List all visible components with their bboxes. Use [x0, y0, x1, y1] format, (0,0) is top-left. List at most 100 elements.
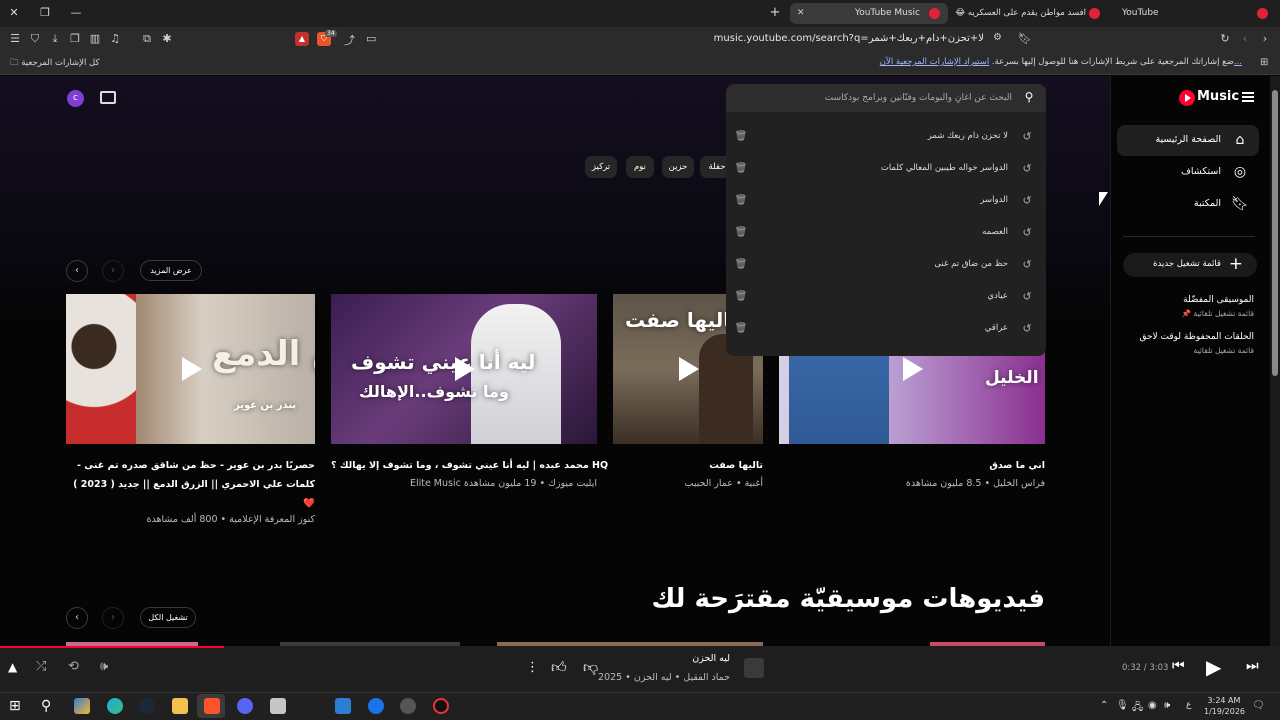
tab-youtube-music[interactable]: ✕ YouTube Music: [790, 3, 948, 24]
back-icon[interactable]: ›: [1258, 32, 1272, 46]
playlist-liked-music[interactable]: الموسيقى المفضّلة 📌 قائمة تشغيل تلقائية: [1182, 295, 1254, 318]
sidebar-item-explore[interactable]: استكشاف ◎: [1117, 157, 1259, 188]
app-icon[interactable]: [335, 698, 351, 714]
avatar[interactable]: c: [67, 90, 84, 107]
expand-player-icon[interactable]: ▲: [8, 660, 17, 674]
previous-track-icon[interactable]: ⏮︎: [1172, 658, 1185, 674]
play-icon[interactable]: [455, 357, 475, 381]
file-explorer-icon[interactable]: [172, 698, 188, 714]
delete-icon[interactable]: 🗑︎: [734, 162, 748, 176]
shuffle-icon[interactable]: ⤮: [36, 659, 46, 674]
search-icon[interactable]: ⚲: [1022, 90, 1036, 104]
video-title[interactable]: اني ما صدق: [779, 456, 1045, 475]
search-icon[interactable]: ⚲: [41, 698, 57, 714]
delete-icon[interactable]: 🗑︎: [734, 258, 748, 272]
play-icon[interactable]: [181, 357, 202, 381]
app-icon[interactable]: [368, 698, 384, 714]
search-suggestion[interactable]: 🗑︎ عراقي ↺: [726, 313, 1046, 345]
search-suggestion[interactable]: 🗑︎ عيادي ↺: [726, 281, 1046, 313]
apps-grid-icon[interactable]: ⊞: [1260, 57, 1268, 68]
speaker-icon[interactable]: 🕪︎: [1164, 700, 1170, 711]
play-pause-icon[interactable]: ▶: [1206, 655, 1221, 679]
download-icon[interactable]: ⤓: [48, 32, 62, 46]
reload-icon[interactable]: ↻: [1218, 32, 1232, 46]
tabs-icon[interactable]: ❐: [68, 32, 82, 46]
tray-chevron-icon[interactable]: ⌃: [1100, 700, 1108, 711]
search-suggestion[interactable]: 🗑︎ الدواسر خواله طيبين المعالي كلمات ↺: [726, 153, 1046, 185]
tab-youtube[interactable]: YouTube: [1116, 3, 1276, 24]
playlist-saved-episodes[interactable]: الحلقات المحفوظة لوقت لاحق قائمة تشغيل ت…: [1139, 332, 1254, 355]
extensions-icon[interactable]: ✱: [160, 32, 174, 46]
carousel-next-button[interactable]: ›: [102, 607, 124, 629]
volume-icon[interactable]: 🕪︎: [100, 659, 108, 674]
carousel-prev-button[interactable]: ‹: [66, 607, 88, 629]
delete-icon[interactable]: 🗑︎: [734, 194, 748, 208]
forward-icon[interactable]: ‹: [1238, 32, 1252, 46]
playback-progress-bar[interactable]: [0, 646, 224, 648]
show-more-button[interactable]: عرض المزيد: [140, 260, 202, 281]
song-title[interactable]: تاليها صفت: [613, 456, 763, 475]
video-thumbnail[interactable]: ق الدمع بندر بن عوير: [66, 294, 315, 444]
delete-icon[interactable]: 🗑︎: [734, 322, 748, 336]
language-indicator[interactable]: ع: [1186, 700, 1191, 710]
mood-chip[interactable]: نوم: [626, 156, 654, 178]
brave-icon[interactable]: [204, 698, 220, 714]
delete-icon[interactable]: 🗑︎: [734, 290, 748, 304]
site-settings-icon[interactable]: ⚙: [993, 32, 1002, 43]
search-suggestion[interactable]: 🗑︎ حظ من ضاق تم غنى ↺: [726, 249, 1046, 281]
carousel-next-button[interactable]: ›: [102, 260, 124, 282]
sidebar-item-home[interactable]: الصفحة الرئيسية ⌂: [1117, 125, 1259, 156]
minimize-window-icon[interactable]: —: [68, 5, 84, 21]
new-playlist-button[interactable]: قائمة تشغيل جديدة +: [1123, 253, 1257, 277]
hamburger-icon[interactable]: [1242, 92, 1254, 102]
install-app-icon[interactable]: ▭: [366, 32, 376, 45]
copilot-icon[interactable]: [74, 698, 90, 714]
address-bar[interactable]: ▲ ⛉ 34 ⤴ ▭ music.youtube.com/search?q=لا…: [290, 30, 1040, 49]
cast-icon[interactable]: [100, 91, 116, 104]
sidebar-icon[interactable]: ▥: [88, 32, 102, 46]
play-icon[interactable]: [903, 357, 923, 381]
close-window-icon[interactable]: ✕: [6, 5, 22, 21]
tab-video[interactable]: 😂 افسد مواطن يقدم على العسكريه: [955, 3, 1108, 24]
sidebar-item-library[interactable]: المكتبة 🔖︎: [1117, 189, 1259, 220]
network-icon[interactable]: 🖧︎: [1132, 700, 1143, 717]
discord-icon[interactable]: [237, 698, 253, 714]
app-icon[interactable]: [433, 698, 449, 714]
repeat-icon[interactable]: ⟲: [68, 659, 79, 674]
scrollbar-thumb[interactable]: [1272, 90, 1278, 376]
search-suggestion[interactable]: 🗑︎ العصمه ↺: [726, 217, 1046, 249]
bookmark-icon[interactable]: 🔖︎: [1018, 32, 1032, 46]
screenshot-icon[interactable]: ⧉: [140, 32, 154, 46]
rewards-icon[interactable]: ▲: [295, 32, 309, 46]
now-playing-subtitle[interactable]: حماد الفقيل • ليه الحزن • 2025: [598, 672, 730, 683]
music-note-icon[interactable]: ♫: [108, 32, 122, 46]
new-tab-button[interactable]: +: [768, 5, 782, 20]
restore-window-icon[interactable]: ❐: [37, 5, 53, 21]
carousel-prev-button[interactable]: ‹: [66, 260, 88, 282]
video-title[interactable]: محمد عبده | ليه أنا عيني تشوف ، وما تشوف…: [331, 456, 608, 475]
windows-start-icon[interactable]: ⊞: [9, 698, 25, 714]
search-suggestion[interactable]: 🗑︎ الدواسر ↺: [726, 185, 1046, 217]
store-icon[interactable]: [270, 698, 286, 714]
next-track-icon[interactable]: ⏭︎: [1246, 658, 1259, 674]
video-thumbnail[interactable]: ليه أنا عيني تشوف وما تشوف..الإهالك: [331, 294, 597, 444]
shield-icon[interactable]: ⛉: [28, 32, 42, 46]
steam-icon[interactable]: [139, 698, 155, 714]
menu-icon[interactable]: ☰: [8, 32, 22, 46]
dislike-icon[interactable]: 👎︎: [583, 658, 598, 677]
mood-chip[interactable]: تركيز: [585, 156, 617, 178]
video-title[interactable]: حصريًا بدر بن عوير - حظ من شاقق صدره تم …: [66, 456, 315, 513]
delete-icon[interactable]: 🗑︎: [734, 226, 748, 240]
page-scrollbar[interactable]: [1270, 76, 1280, 646]
now-playing-title[interactable]: ليه الحزن: [692, 653, 730, 664]
more-options-icon[interactable]: ⋮: [526, 660, 539, 675]
search-suggestion[interactable]: 🗑︎ لا تحزن دام ربعك شمر ↺: [726, 121, 1046, 153]
microphone-icon[interactable]: 🎙︎: [1116, 700, 1129, 711]
close-tab-icon[interactable]: ✕: [797, 3, 805, 24]
album-art[interactable]: [744, 658, 764, 678]
notification-icon[interactable]: 🗨︎: [1252, 700, 1265, 711]
wifi-icon[interactable]: ◉: [1148, 700, 1157, 711]
delete-icon[interactable]: 🗑︎: [734, 130, 748, 144]
app-icon[interactable]: [400, 698, 416, 714]
edge-icon[interactable]: [107, 698, 123, 714]
